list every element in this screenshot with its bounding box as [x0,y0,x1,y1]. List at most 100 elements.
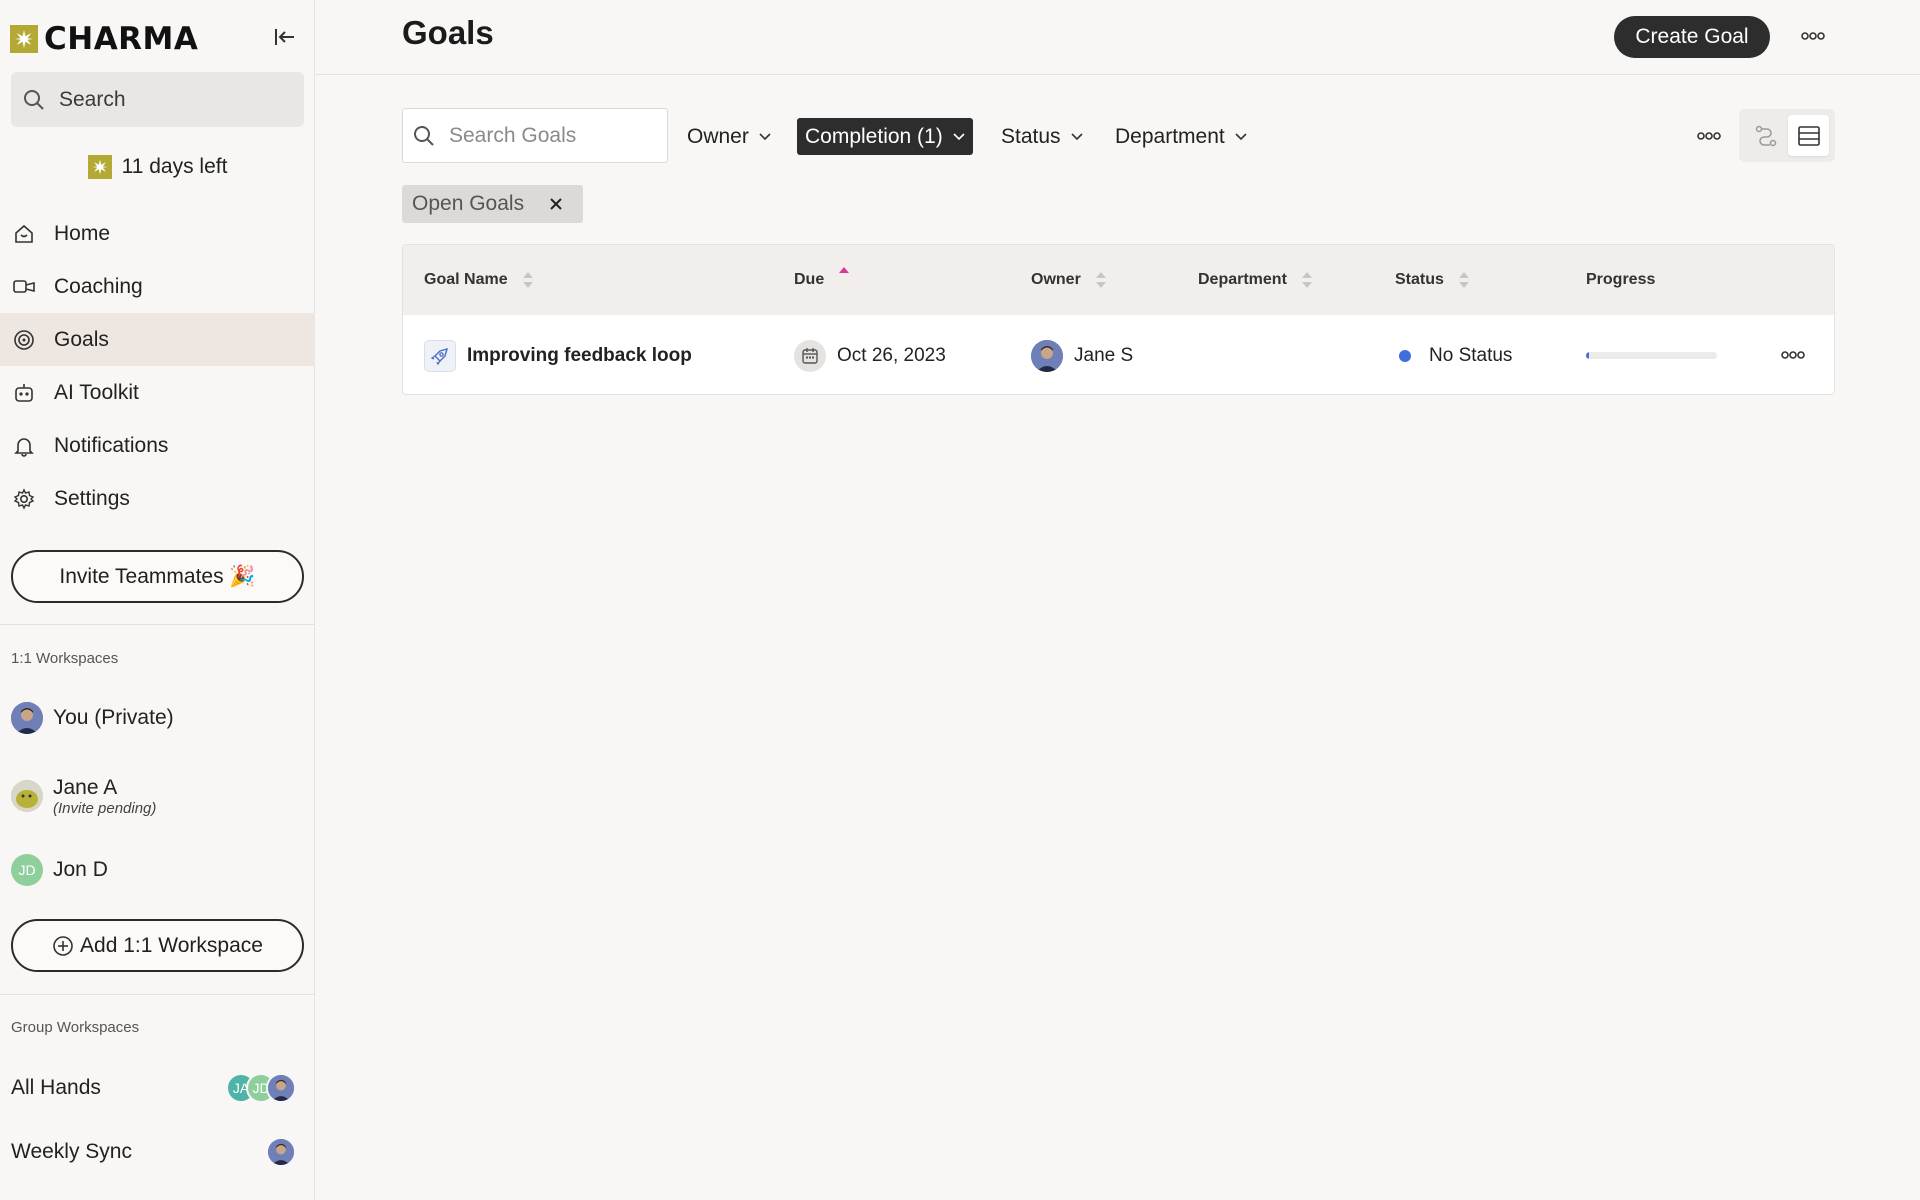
group-name: Weekly Sync [11,1140,132,1163]
sort-ascending-icon [839,267,850,273]
chevron-down-icon [1235,132,1247,140]
department-filter[interactable]: Department [1107,118,1255,155]
progress-cell [1586,315,1717,394]
column-header-due[interactable]: Due [794,245,850,315]
column-label: Progress [1586,271,1656,288]
department-filter-label: Department [1115,124,1225,148]
add-workspace-button[interactable]: Add 1:1 Workspace [11,919,304,972]
avatar-stack [266,1137,296,1167]
sidebar-search-label: Search [59,87,126,111]
goal-rocket-icon [424,339,456,372]
owner-filter[interactable]: Owner [679,118,779,155]
home-icon [12,222,36,246]
workspace-item-you[interactable]: You (Private) [11,702,304,734]
workspace-name: Jon D [53,858,108,881]
plus-circle-icon [53,935,73,956]
topbar: Goals Create Goal [316,0,1920,75]
trial-text: 11 days left [121,155,228,178]
workspace-item-jon-d[interactable]: JD Jon D [11,854,304,886]
workspace-item-jane-a[interactable]: Jane A (Invite pending) [11,768,304,824]
group-item-all-hands[interactable]: All Hands JA JD [11,1068,304,1108]
main-nav: Home Coaching Goals AI Toolkit Notificat… [0,207,315,525]
page-title: Goals [402,14,494,51]
nav-item-home[interactable]: Home [0,207,315,260]
column-label: Owner [1031,271,1081,288]
table-header: Goal Name Due Owner Department Status Pr… [403,245,1834,315]
table-row[interactable]: Improving feedback loop Oct 26, 2023 Jan… [403,315,1834,394]
search-icon [24,89,44,110]
chevron-down-icon [1070,132,1083,140]
column-label: Status [1395,271,1444,288]
status-filter-label: Status [1001,124,1061,148]
groups-heading: Group Workspaces [11,1019,140,1036]
sort-icon [522,272,533,288]
search-goals-input[interactable] [449,123,649,148]
more-options-icon[interactable] [1797,24,1829,48]
sidebar-divider [0,624,315,625]
sort-icon [1458,272,1469,288]
open-goals-filter-chip: Open Goals [402,185,583,223]
workspace-text: Jane A (Invite pending) [43,776,156,817]
sidebar-search[interactable]: Search [11,72,304,127]
due-cell[interactable]: Oct 26, 2023 [794,315,946,394]
chip-label: Open Goals [412,192,525,215]
column-header-owner[interactable]: Owner [1031,245,1107,315]
table-view-icon[interactable] [1788,115,1829,156]
goals-table: Goal Name Due Owner Department Status Pr… [402,244,1835,395]
nav-label-ai-toolkit: AI Toolkit [54,380,139,404]
create-goal-button[interactable]: Create Goal [1614,16,1770,58]
gear-icon [12,487,36,511]
due-date: Oct 26, 2023 [837,344,946,366]
status-cell[interactable]: No Status [1399,315,1512,394]
avatar [266,1073,296,1103]
goal-name: Improving feedback loop [467,344,692,366]
collapse-sidebar-icon[interactable] [271,24,299,50]
owner-cell[interactable]: Jane S [1031,315,1134,394]
robot-icon [12,381,36,405]
column-header-status[interactable]: Status [1395,245,1470,315]
filter-more-icon[interactable] [1693,124,1725,148]
column-label: Due [794,271,825,288]
workspace-name: You (Private) [53,706,174,729]
column-header-goal-name[interactable]: Goal Name [424,245,534,315]
sidebar: CHARMA Search 11 days left Home Coaching [0,0,315,1200]
nav-item-coaching[interactable]: Coaching [0,260,315,313]
goals-icon [12,328,36,352]
search-goals-field[interactable] [402,108,668,163]
nav-label-coaching: Coaching [54,274,143,298]
owner-name: Jane S [1074,344,1134,366]
group-name: All Hands [11,1076,101,1099]
nav-item-goals[interactable]: Goals [0,313,315,366]
avatar [266,1137,296,1167]
charma-logo-icon [10,25,38,53]
calendar-icon [794,339,826,372]
completion-filter[interactable]: Completion (1) [797,118,973,155]
workspace-name: Jane A [53,775,118,799]
column-header-progress: Progress [1586,245,1655,315]
avatar [11,702,43,734]
avatar-stack: JA JD [226,1073,296,1103]
status-filter[interactable]: Status [993,118,1091,155]
bell-icon [12,434,36,458]
nav-item-notifications[interactable]: Notifications [0,419,315,472]
add-workspace-label: Add 1:1 Workspace [80,933,263,957]
close-icon[interactable] [547,195,565,213]
completion-filter-label: Completion (1) [805,124,943,148]
row-more-options-icon[interactable] [1777,343,1809,367]
progress-fill [1586,352,1589,359]
column-header-department[interactable]: Department [1198,245,1313,315]
sort-icon [1301,272,1312,288]
goal-cell[interactable]: Improving feedback loop [424,315,692,394]
invite-teammates-button[interactable]: Invite Teammates 🎉 [11,550,304,603]
nav-item-settings[interactable]: Settings [0,472,315,525]
trial-status[interactable]: 11 days left [0,152,315,182]
avatar [1031,339,1063,372]
roadmap-view-icon[interactable] [1745,115,1786,156]
group-item-weekly-sync[interactable]: Weekly Sync [11,1132,304,1172]
brand-logo[interactable]: CHARMA [10,21,198,57]
nav-item-ai-toolkit[interactable]: AI Toolkit [0,366,315,419]
search-icon [414,125,434,146]
avatar: JD [11,854,43,886]
column-label: Goal Name [424,271,508,288]
workspaces-heading: 1:1 Workspaces [11,650,119,667]
